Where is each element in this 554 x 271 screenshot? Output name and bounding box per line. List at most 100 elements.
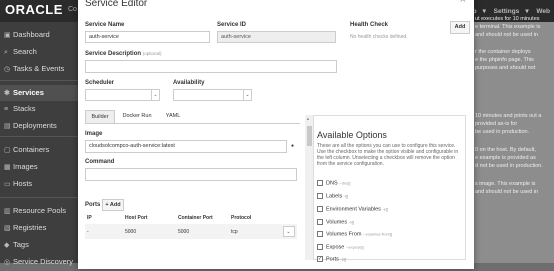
service-id-input: auth-service <box>217 31 336 43</box>
registries-icon: ▧ <box>4 225 11 232</box>
port-ip-cell[interactable]: - <box>87 229 89 235</box>
option-volumes-from[interactable]: Volumes From --volumes-from[] <box>317 231 392 237</box>
service-description-text: purposes and should not <box>475 65 536 71</box>
sidebar-item-label: Search <box>13 47 37 56</box>
option-flag: -v[] <box>348 219 355 225</box>
sidebar-item-tags[interactable]: ◆ Tags <box>0 237 80 253</box>
service-name-input[interactable]: auth-service <box>85 31 210 43</box>
chevron-down-icon: ⌄ <box>151 90 159 100</box>
sidebar-divider <box>0 136 80 137</box>
info-icon[interactable]: ● <box>291 143 294 149</box>
option-flag: -l[] <box>343 193 349 199</box>
service-description-text: 10 minutes and prints out a <box>475 113 542 119</box>
sidebar-divider <box>0 197 80 198</box>
plus-icon: + <box>105 202 109 208</box>
images-icon: ▦ <box>4 164 11 171</box>
sidebar-item-hosts[interactable]: ▭ Hosts <box>0 176 80 192</box>
option-ports[interactable]: ✓ Ports -p[] <box>317 256 346 262</box>
oracle-logo: ORACLE <box>5 2 63 17</box>
sidebar-item-resource-pools[interactable]: ▥ Resource Pools <box>0 203 80 219</box>
close-icon[interactable]: × <box>460 0 466 6</box>
sidebar-item-dashboard[interactable]: ▣ Dashboard <box>0 27 80 43</box>
settings-menu[interactable]: Settings <box>494 8 520 15</box>
option-checkbox[interactable] <box>317 206 323 212</box>
health-check-empty-text: No health checks defined. <box>350 34 408 40</box>
service-description-text: ut executes for 10 minutes <box>475 16 540 22</box>
scroll-up-icon[interactable]: ▲ <box>306 116 310 121</box>
service-description-text: and should not be used in <box>475 189 538 195</box>
sidebar-item-label: Tags <box>13 240 29 249</box>
sidebar-item-label: Images <box>13 162 38 171</box>
available-options-description: These are all the options you can use to… <box>317 143 459 167</box>
product-name: Co <box>68 6 77 13</box>
service-description-text: s image. This example is <box>475 181 536 187</box>
sidebar-item-tasks-events[interactable]: ◷ Tasks & Events <box>0 61 80 77</box>
sidebar-item-containers[interactable]: ▢ Containers <box>0 142 80 158</box>
availability-select[interactable]: ⌄ <box>173 89 252 101</box>
option-labels[interactable]: Labels -l[] <box>317 193 348 199</box>
sidebar-item-services[interactable]: ✱ Services <box>0 85 80 101</box>
sidebar-item-search[interactable]: ⌕ Search <box>0 44 80 60</box>
scrollbar-thumb[interactable] <box>307 126 312 146</box>
option-checkbox[interactable] <box>317 231 323 237</box>
user-menu[interactable]: Web <box>536 8 550 15</box>
tab-underline <box>85 123 300 124</box>
service-description-label-text: Service Description <box>85 51 142 57</box>
service-name-label: Service Name <box>85 22 125 28</box>
add-port-label: Add <box>109 202 121 208</box>
search-icon: ⌕ <box>4 49 8 56</box>
option-flag: --dns[] <box>339 180 351 186</box>
gear-icon: ✱ <box>4 90 10 97</box>
top-nav: elp▾ Settings▾ Web <box>461 7 550 15</box>
sidebar-item-registries[interactable]: ▧ Registries <box>0 220 80 236</box>
option-checkbox[interactable] <box>317 219 323 225</box>
sidebar-item-images[interactable]: ▦ Images <box>0 159 80 175</box>
sidebar-item-label: Services <box>13 88 44 97</box>
service-description-input[interactable] <box>85 60 337 73</box>
option-environment-variables[interactable]: Environment Variables -e[] <box>317 206 388 212</box>
option-dns[interactable]: DNS --dns[] <box>317 180 350 186</box>
image-label: Image <box>85 131 103 137</box>
add-health-check-button[interactable]: Add <box>450 21 470 34</box>
tags-icon: ◆ <box>4 242 10 249</box>
option-flag: -e[] <box>382 206 389 212</box>
health-check-label: Health Check <box>350 22 389 28</box>
port-host-cell[interactable]: 5000 <box>125 229 136 235</box>
sidebar-item-label: Service Discovery <box>13 257 74 266</box>
tab-docker-run[interactable]: Docker Run <box>118 110 156 123</box>
sidebar-item-label: Containers <box>13 145 50 154</box>
option-volumes[interactable]: Volumes -v[] <box>317 219 354 225</box>
protocol-select[interactable]: ⌄ <box>283 226 295 237</box>
service-description-text: d not be used in production. <box>475 163 543 169</box>
ports-header-container-port: Container Port <box>178 215 213 221</box>
scheduler-select[interactable]: ⌄ <box>85 89 160 101</box>
sidebar-item-label: Resource Pools <box>13 206 66 215</box>
option-checkbox[interactable]: ✓ <box>317 256 323 262</box>
scheduler-label: Scheduler <box>85 80 115 86</box>
command-label: Command <box>85 159 115 165</box>
port-container-cell[interactable]: 5000 <box>178 229 189 235</box>
pools-icon: ▥ <box>4 208 11 215</box>
modal-title: Service Editor <box>85 0 148 9</box>
add-port-button[interactable]: + Add <box>102 199 124 211</box>
sidebar-item-deployments[interactable]: ▤ Deployments <box>0 118 80 134</box>
tab-builder[interactable]: Builder <box>85 110 115 123</box>
table-row <box>85 224 297 239</box>
sidebar-item-service-discovery[interactable]: ◎ Service Discovery <box>0 254 80 270</box>
image-input[interactable]: cloudsolcompco-auth-service:latest <box>85 140 287 153</box>
sidebar-item-stacks[interactable]: ≡ Stacks <box>0 101 80 117</box>
option-checkbox[interactable] <box>317 244 323 250</box>
port-protocol-cell[interactable]: tcp <box>231 229 238 235</box>
option-label: Ports <box>326 256 341 263</box>
option-flag: --volumes-from[] <box>362 231 393 237</box>
option-checkbox[interactable] <box>317 193 323 199</box>
optional-hint: (optional) <box>142 51 162 56</box>
command-input[interactable] <box>85 168 297 181</box>
option-expose[interactable]: Expose --expose[] <box>317 244 364 250</box>
option-checkbox[interactable] <box>317 180 323 186</box>
service-description-label: Service Description (optional) <box>85 51 161 57</box>
tab-yaml[interactable]: YAML <box>160 110 186 123</box>
ports-header-ip: IP <box>87 215 92 221</box>
ports-label: Ports <box>85 202 101 208</box>
clock-icon: ◷ <box>4 66 11 73</box>
